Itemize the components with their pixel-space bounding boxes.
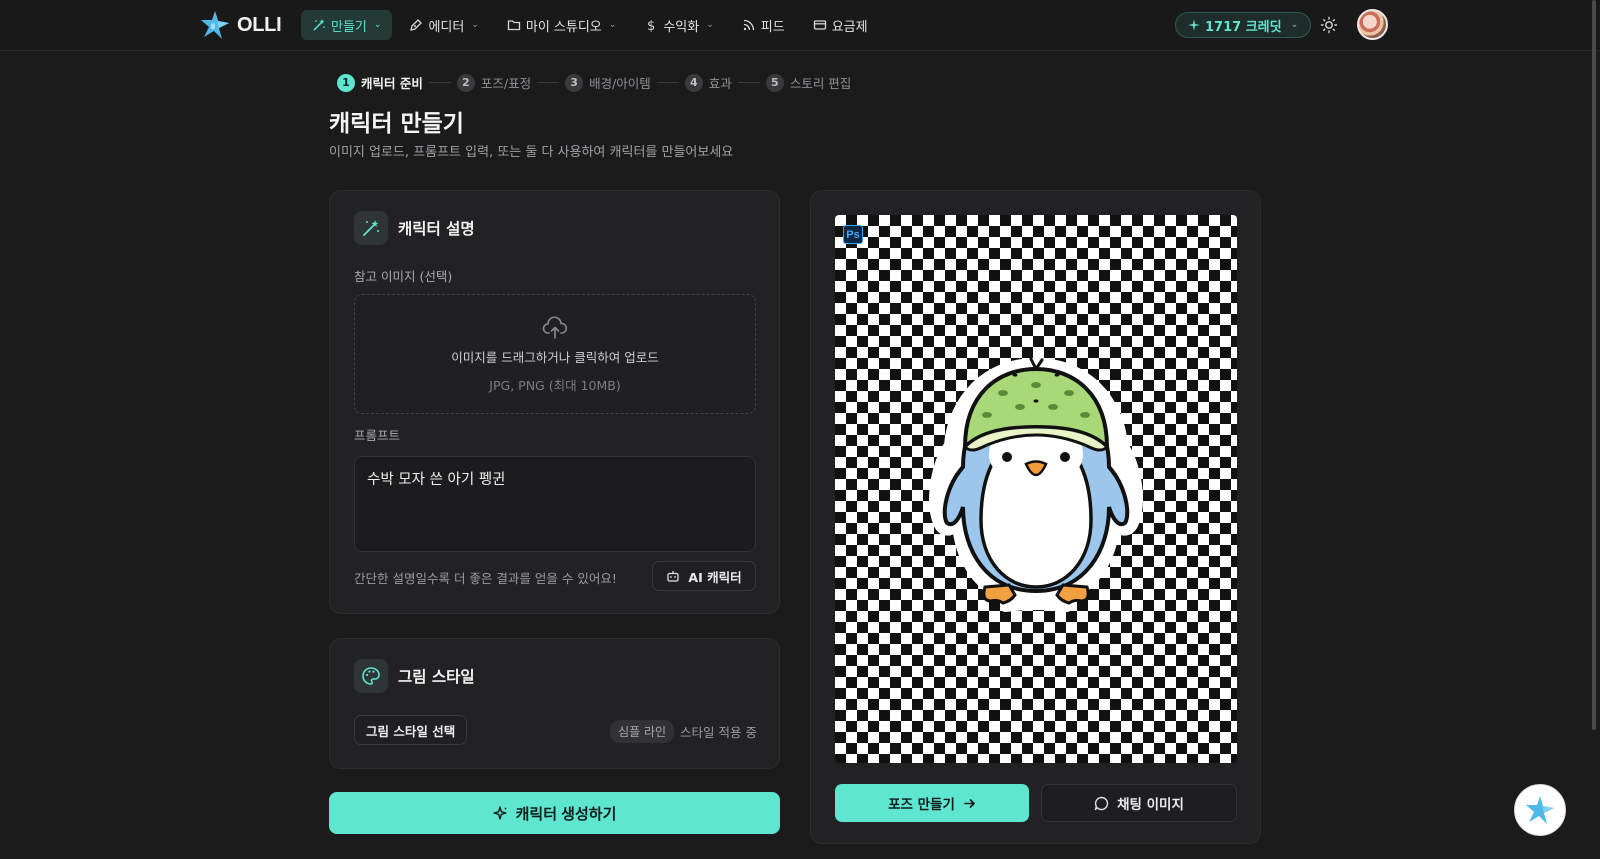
nav-item-editor[interactable]: 에디터 ⌄ [398,10,489,40]
style-status: 심플 라인 스타일 적용 중 [610,720,757,743]
step-number: 3 [565,73,584,92]
ai-button-label: AI 캐릭터 [688,569,742,585]
prompt-textarea[interactable]: 수박 모자 쓴 아기 펭귄 [354,456,756,552]
character-description-card: 캐릭터 설명 참고 이미지 (선택) 이미지를 드래그하거나 클릭하여 업로드 … [329,190,780,614]
robot-icon [667,571,680,582]
photoshop-icon[interactable]: Ps [843,225,863,244]
step-story-edit[interactable]: 5 스토리 편집 [765,73,852,92]
sparkle-icon [1188,19,1200,31]
card-header: 캐릭터 설명 [354,211,475,245]
nav-item-label: 마이 스튜디오 [525,19,602,35]
olli-logo-icon [1526,796,1554,824]
prompt-hint: 간단한 설명일수록 더 좋은 결과를 얻을 수 있어요! [354,571,617,586]
page-subtitle: 이미지 업로드, 프롬프트 입력, 또는 둘 다 사용하여 캐릭터를 만들어보세… [329,145,734,160]
sun-icon[interactable] [1320,16,1338,34]
upload-instruction: 이미지를 드래그하거나 클릭하여 업로드 [451,349,659,365]
cloud-upload-icon [542,315,568,339]
style-status-text: 스타일 적용 중 [680,725,757,740]
step-connector [428,82,451,83]
palette-icon [354,659,388,693]
credit-card-icon [813,20,826,30]
step-connector [737,82,760,83]
pen-tool-icon [410,19,423,31]
nav-item-label: 만들기 [331,19,367,35]
chevron-down-icon: ⌄ [471,20,479,30]
card-title: 캐릭터 설명 [398,220,475,238]
nav-item-label: 요금제 [831,19,868,35]
page-scrollbar[interactable] [1592,0,1596,730]
nav-item-pricing[interactable]: 요금제 [802,10,879,40]
ai-character-button[interactable]: AI 캐릭터 [652,561,756,591]
dollar-icon: $ [647,19,655,32]
nav-item-feed[interactable]: 피드 [731,10,796,40]
main-nav: 만들기 ⌄ 에디터 ⌄ 마이 스튜디오 ⌄ $ 수익화 ⌄ 피드 요금제 [301,10,885,40]
nav-item-label: 수익화 [663,19,700,35]
penguin-character-image [929,357,1143,612]
chevron-down-icon: ⌄ [373,20,382,30]
nav-item-monetize[interactable]: $ 수익화 ⌄ [633,10,724,40]
page-title: 캐릭터 만들기 [329,111,464,137]
nav-item-label: 피드 [760,19,785,35]
credits-badge[interactable]: 1717 크레딧 ⌄ [1175,12,1312,38]
chat-image-button[interactable]: 채팅 이미지 [1041,784,1237,822]
rss-icon [743,19,754,31]
step-effects[interactable]: 4 효과 [684,73,732,92]
step-connector [656,82,679,83]
reference-image-label: 참고 이미지 (선택) [354,269,453,284]
chevron-down-icon: ⌄ [706,20,714,30]
chat-button-label: 채팅 이미지 [1117,797,1184,813]
step-number: 2 [456,73,475,92]
magic-wand-icon [313,19,325,31]
generate-button-label: 캐릭터 생성하기 [515,805,617,823]
upload-formats: JPG, PNG (최대 10MB) [489,377,621,393]
step-label: 캐릭터 준비 [361,76,423,91]
step-label: 포즈/표정 [480,76,532,91]
svg-text:$: $ [647,19,655,32]
step-background-item[interactable]: 3 배경/아이템 [565,73,651,92]
make-pose-button[interactable]: 포즈 만들기 [835,784,1029,822]
nav-item-label: 에디터 [428,19,465,35]
assistant-fab-button[interactable] [1514,784,1566,836]
sparkle-icon [492,805,507,820]
generate-character-button[interactable]: 캐릭터 생성하기 [329,792,780,834]
step-number: 1 [337,73,355,92]
character-preview-card: Ps 포즈 만들기 채팅 이미지 [810,190,1261,844]
app-name: OLLI [237,13,282,36]
step-label: 배경/아이템 [589,76,651,91]
step-number: 5 [765,73,784,92]
olli-logo-icon: ll [201,11,229,39]
user-avatar[interactable] [1357,9,1388,40]
magic-wand-icon [354,211,388,245]
pose-button-label: 포즈 만들기 [888,797,955,813]
style-chip: 심플 라인 [610,720,675,743]
card-header: 그림 스타일 [354,659,475,693]
credits-value: 1717 크레딧 [1205,19,1282,35]
app-logo[interactable]: ll OLLI [199,10,282,40]
folder-icon [507,20,521,31]
svg-text:ll: ll [211,24,215,31]
step-label: 효과 [708,76,732,91]
chevron-down-icon: ⌄ [1290,20,1299,30]
preview-canvas: Ps [835,215,1237,763]
chevron-down-icon: ⌄ [608,20,617,30]
prompt-label: 프롬프트 [354,428,401,443]
chat-bubble-icon [1094,796,1109,810]
drawing-style-card: 그림 스타일 그림 스타일 선택 심플 라인 스타일 적용 중 [329,638,780,769]
card-title: 그림 스타일 [398,668,475,686]
step-pose-expression[interactable]: 2 포즈/표정 [456,73,532,92]
step-label: 스토리 편집 [789,76,852,91]
step-character-prep[interactable]: 1 캐릭터 준비 [337,73,423,92]
image-upload-dropzone[interactable]: 이미지를 드래그하거나 클릭하여 업로드 JPG, PNG (최대 10MB) [354,294,756,414]
step-number: 4 [684,73,703,92]
step-connector [537,82,560,83]
progress-stepper: 1 캐릭터 준비 2 포즈/표정 3 배경/아이템 4 효과 5 스토리 편집 [337,73,851,92]
drawing-style-select-button[interactable]: 그림 스타일 선택 [354,715,468,745]
top-navigation-bar: ll OLLI 만들기 ⌄ 에디터 ⌄ 마이 스튜디오 ⌄ $ 수익화 ⌄ 피드 [0,0,1600,51]
arrow-right-icon [964,798,975,808]
nav-item-my-studio[interactable]: 마이 스튜디오 ⌄ [496,10,627,40]
nav-item-create[interactable]: 만들기 ⌄ [301,10,393,40]
